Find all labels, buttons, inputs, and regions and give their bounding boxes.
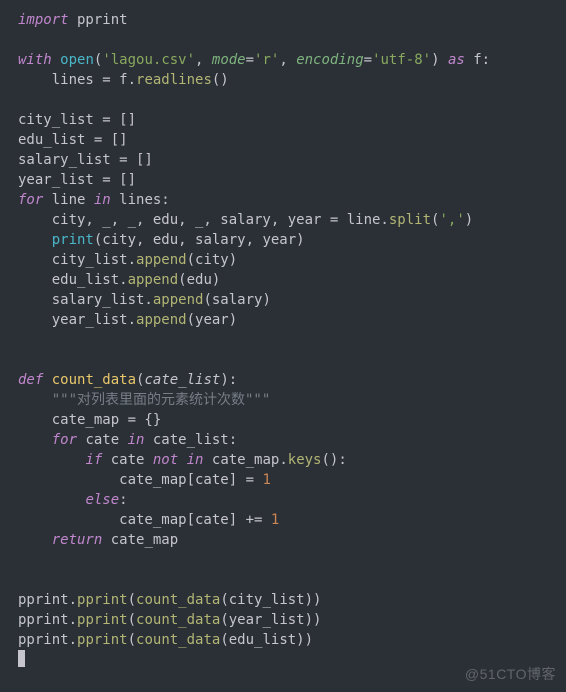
kw-with: with bbox=[18, 52, 52, 68]
watermark: @51CTO博客 bbox=[465, 664, 556, 684]
param: cate_list bbox=[144, 372, 220, 388]
fn-count-data: count_data bbox=[136, 612, 220, 628]
kw-as: as bbox=[448, 52, 465, 68]
method-pprint: pprint bbox=[77, 612, 128, 628]
code-line: salary_list = [] bbox=[18, 152, 153, 168]
method-readlines: readlines bbox=[136, 72, 212, 88]
method-append: append bbox=[128, 272, 179, 288]
string-literal: 'lagou.csv' bbox=[102, 52, 195, 68]
string-literal: 'utf-8' bbox=[372, 52, 431, 68]
kw-in: in bbox=[128, 432, 145, 448]
fn-count-data: count_data bbox=[136, 592, 220, 608]
method-pprint: pprint bbox=[77, 632, 128, 648]
kw-for: for bbox=[18, 192, 43, 208]
kw-import: import bbox=[18, 12, 69, 28]
kw-for: for bbox=[52, 432, 77, 448]
code-line: edu_list = [] bbox=[18, 132, 128, 148]
kw-if: if bbox=[85, 452, 102, 468]
def-name: count_data bbox=[52, 372, 136, 388]
kw-in: in bbox=[187, 452, 204, 468]
fn-print: print bbox=[52, 232, 94, 248]
fn-open: open bbox=[60, 52, 94, 68]
docstring: """对列表里面的元素统计次数""" bbox=[52, 392, 271, 408]
kw-def: def bbox=[18, 372, 43, 388]
kwarg-encoding: encoding bbox=[296, 52, 363, 68]
string-literal: ',' bbox=[439, 212, 464, 228]
kw-not: not bbox=[153, 452, 178, 468]
code-line: city_list = [] bbox=[18, 112, 136, 128]
text-cursor bbox=[18, 650, 25, 667]
number-literal: 1 bbox=[271, 512, 279, 528]
code-line: cate_map = {} bbox=[18, 412, 161, 428]
number-literal: 1 bbox=[262, 472, 270, 488]
kw-in: in bbox=[94, 192, 111, 208]
kw-return: return bbox=[52, 532, 103, 548]
method-pprint: pprint bbox=[77, 592, 128, 608]
fn-count-data: count_data bbox=[136, 632, 220, 648]
kwarg-mode: mode bbox=[212, 52, 246, 68]
kw-else: else bbox=[85, 492, 119, 508]
method-append: append bbox=[136, 252, 187, 268]
method-append: append bbox=[153, 292, 204, 308]
string-literal: 'r' bbox=[254, 52, 279, 68]
method-split: split bbox=[389, 212, 431, 228]
code-text: pprint bbox=[69, 12, 128, 28]
code-line: year_list = [] bbox=[18, 172, 136, 188]
method-append: append bbox=[136, 312, 187, 328]
method-keys: keys bbox=[288, 452, 322, 468]
code-editor: import pprint with open('lagou.csv', mod… bbox=[0, 0, 566, 670]
